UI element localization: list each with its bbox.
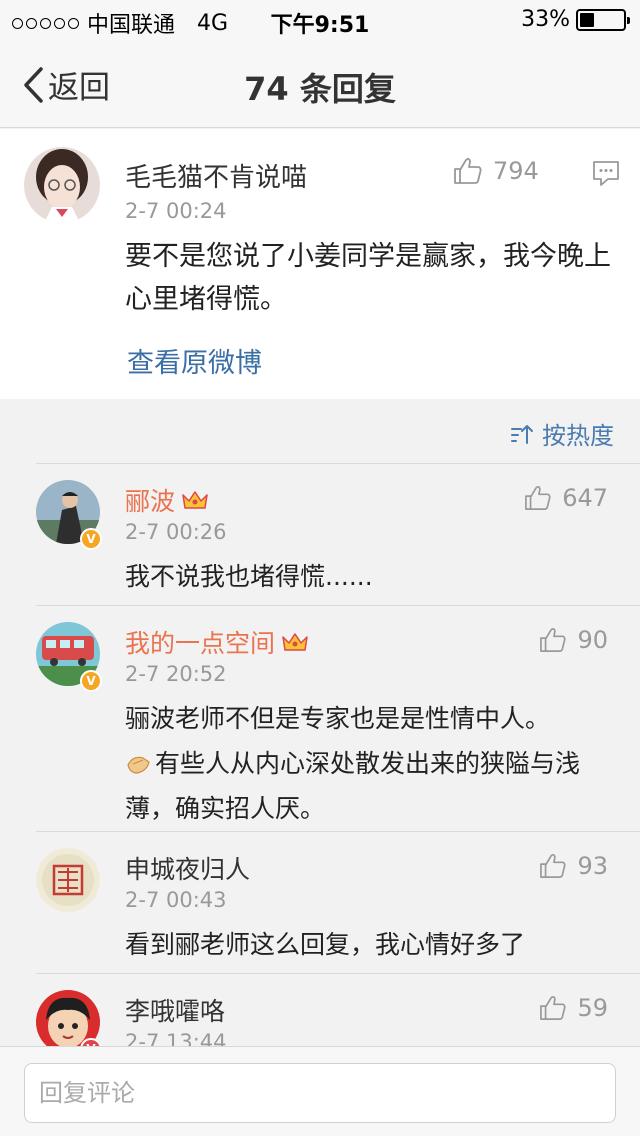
list-item: V 李哦嚯咯 2-7 13:44 59 <box>0 974 640 1046</box>
page-title: 74 条回复 <box>244 70 396 108</box>
like-button[interactable]: 647 <box>524 484 608 512</box>
comment-time: 2-7 00:24 <box>125 199 227 223</box>
comment-text: 骊波老师不但是专家也是是性情中人。 有些人从内心深处散发出来的狭隘与浅薄，确实招… <box>125 696 615 831</box>
comment-author[interactable]: 郦波 <box>125 482 209 518</box>
list-item: 申城夜归人 2-7 00:43 看到郦老师这么回复，我心情好多了 93 <box>0 832 640 973</box>
comment-time: 2-7 00:43 <box>125 888 227 912</box>
comment-text-rest: 有些人从内心深处散发出来的狭隘与浅薄，确实招人厌。 <box>125 749 581 823</box>
comment-bubble-icon <box>593 161 619 186</box>
like-count: 647 <box>562 484 608 512</box>
comment-time: 2-7 13:44 <box>125 1030 227 1046</box>
thumb-up-icon <box>454 158 482 184</box>
original-comment: 毛毛猫不肯说喵 2-7 00:24 要不是您说了小姜同学是赢家，我今晚上心里堵得… <box>0 129 640 399</box>
navigation-bar: 返回 74 条回复 <box>0 40 640 128</box>
like-button[interactable]: 93 <box>539 852 608 880</box>
verified-icon: V <box>80 528 102 550</box>
comment-author[interactable]: 李哦嚯咯 <box>125 992 225 1028</box>
comment-text: 看到郦老师这么回复，我心情好多了 <box>125 930 526 959</box>
sort-by-hot-button[interactable]: 按热度 <box>510 416 614 451</box>
list-item: V 郦波 2-7 00:26 我不说我也堵得慌...... 647 <box>0 464 640 605</box>
like-count: 90 <box>577 626 608 654</box>
avatar[interactable] <box>36 848 100 912</box>
thumb-up-icon <box>540 627 567 652</box>
author-name: 李哦嚯咯 <box>125 997 226 1026</box>
comment-text-line: 骊波老师不但是专家也是是性情中人。 <box>125 704 551 733</box>
verified-icon: V <box>80 670 102 692</box>
like-button[interactable]: 59 <box>539 994 608 1022</box>
author-name: 申城夜归人 <box>125 855 251 884</box>
author-name: 我的一点空间 <box>125 629 276 658</box>
reply-bar <box>0 1046 640 1136</box>
comment-text: 要不是您说了小姜同学是赢家，我今晚上心里堵得慌。 <box>125 241 611 315</box>
thumb-up-icon <box>540 995 567 1020</box>
comment-time: 2-7 20:52 <box>125 662 227 686</box>
comment-author[interactable]: 我的一点空间 <box>125 624 309 660</box>
thumb-up-icon <box>540 853 567 878</box>
like-count: 794 <box>493 157 539 185</box>
view-original-weibo-link[interactable]: 查看原微博 <box>127 341 262 380</box>
clap-emoji-icon <box>127 756 150 774</box>
reply-comment-button[interactable] <box>592 159 620 191</box>
thumb-up-icon <box>525 485 551 510</box>
comment-author[interactable]: 毛毛猫不肯说喵 <box>125 157 307 194</box>
comment-time: 2-7 00:26 <box>125 520 227 544</box>
comment-text-line: 有些人从内心深处散发出来的狭隘与浅薄，确实招人厌。 <box>125 741 615 831</box>
sort-icon <box>511 424 533 444</box>
avatar[interactable] <box>24 147 100 223</box>
like-button[interactable]: 794 <box>453 157 539 185</box>
battery-percent: 33% <box>521 7 570 32</box>
status-bar: 中国联通 4G 下午9:51 33% <box>0 0 640 40</box>
crown-icon <box>182 491 208 509</box>
sort-label: 按热度 <box>542 422 614 450</box>
comment-text: 我不说我也堵得慌...... <box>125 562 373 591</box>
author-name: 郦波 <box>125 487 176 516</box>
battery-icon <box>576 8 630 31</box>
like-count: 93 <box>577 852 608 880</box>
like-count: 59 <box>577 994 608 1022</box>
like-button[interactable]: 90 <box>539 626 608 654</box>
reply-comment-input[interactable] <box>24 1063 616 1123</box>
list-item: V 我的一点空间 2-7 20:52 骊波老师不但是专家也是是性情中人。 有些人… <box>0 606 640 831</box>
crown-icon <box>282 633 308 651</box>
comment-author[interactable]: 申城夜归人 <box>125 850 250 886</box>
